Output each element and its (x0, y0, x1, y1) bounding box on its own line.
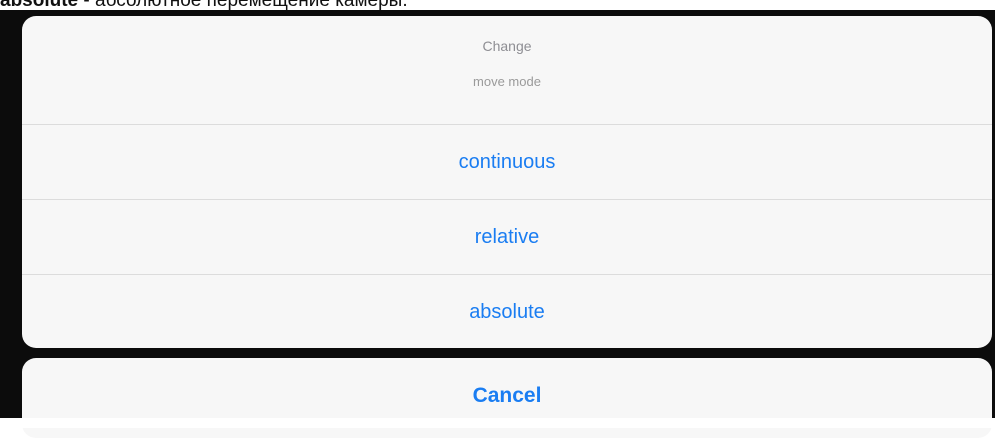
action-sheet-header: Change move mode (22, 16, 992, 125)
page-bottom-strip (0, 418, 995, 428)
option-absolute-button[interactable]: absolute (22, 275, 992, 348)
action-sheet-title: Change (482, 38, 532, 54)
option-continuous-button[interactable]: continuous (22, 125, 992, 200)
action-sheet: Change move mode continuous relative abs… (22, 16, 992, 348)
action-sheet-message: move mode (473, 74, 541, 89)
option-relative-button[interactable]: relative (22, 200, 992, 275)
document-caption: absolute - абсолютное перемещение камеры… (0, 0, 408, 10)
